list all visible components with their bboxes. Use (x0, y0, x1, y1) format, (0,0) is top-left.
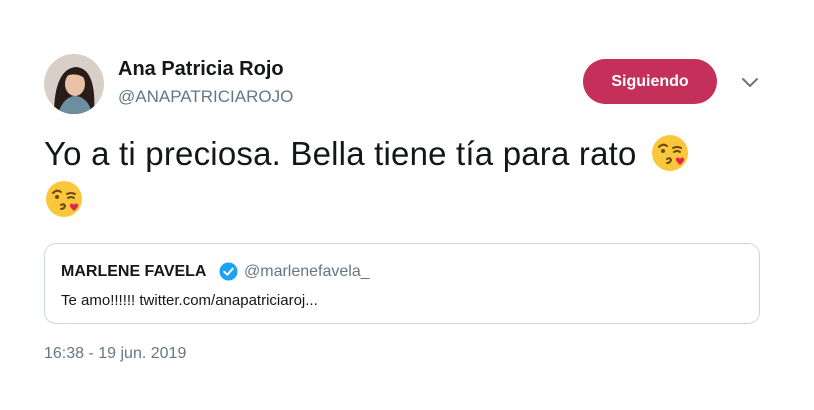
verified-badge-icon (219, 262, 238, 281)
face-blowing-kiss-icon (46, 181, 82, 217)
quoted-author-handle: @marlenefavela_ (244, 263, 370, 280)
quoted-tweet-text: Te amo!!!!!! twitter.com/anapatriciaroj.… (61, 292, 318, 309)
quoted-author-name: MARLENE FAVELA (61, 263, 207, 280)
tweet-text-body: Yo a ti preciosa. Bella tiene tía para r… (44, 131, 744, 223)
author-display-name[interactable]: Ana Patricia Rojo (118, 58, 284, 81)
quoted-tweet-card[interactable]: MARLENE FAVELA @marlenefavela_ Te amo!!!… (44, 243, 760, 324)
following-button[interactable]: Siguiendo (583, 59, 717, 104)
tweet-text: Yo a ti preciosa. Bella tiene tía para r… (44, 135, 637, 172)
tweet-card: Ana Patricia Rojo @ANAPATRICIAROJO Sigui… (0, 0, 814, 410)
avatar[interactable] (44, 54, 104, 114)
chevron-down-icon[interactable] (740, 76, 760, 90)
author-handle[interactable]: @ANAPATRICIAROJO (118, 87, 293, 107)
face-blowing-kiss-icon (651, 135, 688, 171)
tweet-timestamp[interactable]: 16:38 - 19 jun. 2019 (44, 345, 186, 363)
